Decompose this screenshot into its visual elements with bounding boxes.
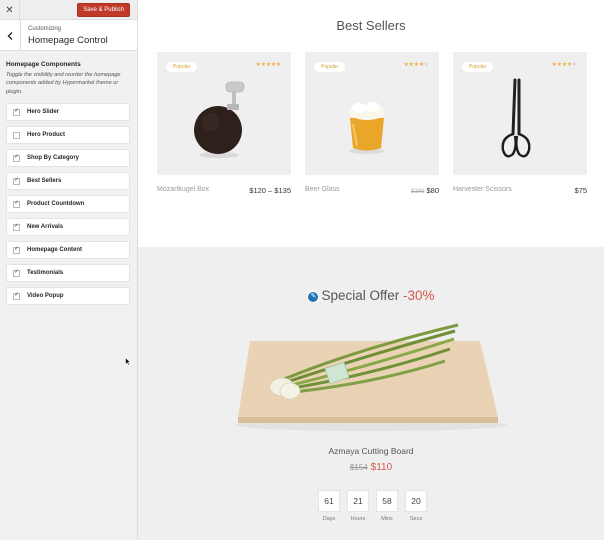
offer-sale-price: $110	[370, 462, 393, 473]
countdown-label: Secs	[409, 516, 423, 522]
countdown-secs: 20 Secs	[405, 490, 427, 522]
checkbox[interactable]: ✓	[13, 200, 20, 208]
component-label: Best Sellers	[27, 178, 62, 185]
offer-old-price: $154	[349, 463, 368, 472]
checkbox[interactable]: ✓	[13, 269, 20, 277]
countdown-value: 20	[405, 490, 427, 512]
offer-heading: Special Offer	[321, 288, 400, 303]
product-sale-price: $80	[426, 186, 439, 195]
component-item-new-arrivals[interactable]: ✓ New Arrivals	[6, 218, 130, 237]
site-preview: Best Sellers Popular ★★★★★ Mozartkugel B…	[138, 0, 604, 540]
beer-glass-image-icon	[349, 102, 385, 154]
save-publish-button[interactable]: Save & Publish	[77, 3, 130, 17]
countdown-value: 58	[376, 490, 398, 512]
component-item-shop-by-category[interactable]: ✓ Shop By Category	[6, 149, 130, 168]
product-card[interactable]: Popular ★★★★★ Harvester Scissors $75	[453, 52, 587, 195]
component-label: Homepage Content	[27, 247, 83, 254]
edit-pencil-icon[interactable]: ✎	[307, 291, 320, 303]
component-list: ✓ Hero Slider Hero Product ✓ Shop By Categ…	[0, 103, 137, 306]
countdown-hours: 21 Hours	[347, 490, 369, 522]
customizer-header: ✕ Save & Publish	[0, 0, 137, 20]
product-price: $120 – $135	[249, 186, 291, 195]
special-offer-title: ✎ Special Offer -30%	[138, 288, 604, 303]
product-image[interactable]: Popular ★★★★★	[453, 52, 587, 175]
countdown-days: 61 Days	[318, 490, 340, 522]
mozartkugel-image-icon	[194, 81, 245, 158]
close-icon[interactable]: ✕	[0, 0, 20, 20]
offer-product-name[interactable]: Azmaya Cutting Board	[138, 446, 604, 456]
customizer-sidebar: ✕ Save & Publish Customizing Homepage Co…	[0, 0, 138, 540]
component-item-video-popup[interactable]: ✓ Video Popup	[6, 287, 130, 306]
chevron-left-icon	[7, 31, 13, 40]
product-name[interactable]: Mozartkugel Box	[157, 186, 209, 193]
checkbox[interactable]	[13, 131, 20, 139]
component-item-best-sellers[interactable]: ✓ Best Sellers	[6, 172, 130, 191]
checkbox[interactable]: ✓	[13, 292, 20, 300]
checkbox[interactable]: ✓	[13, 154, 20, 162]
countdown-label: Days	[322, 516, 336, 522]
product-image[interactable]: Popular ★★★★★	[157, 52, 291, 175]
special-offer-section: ✎ Special Offer -30% Azmaya Cutting Board…	[138, 247, 604, 540]
countdown-timer: 61 Days 21 Hours 58 Mins 20 Secs	[318, 490, 434, 522]
component-label: New Arrivals	[27, 224, 64, 231]
mouse-cursor-icon	[125, 357, 131, 366]
component-item-testimonials[interactable]: ✓ Testimonials	[6, 264, 130, 283]
countdown-mins: 58 Mins	[376, 490, 398, 522]
countdown-label: Mins	[381, 516, 393, 522]
section-breadcrumb: Customizing	[28, 26, 62, 32]
product-name[interactable]: Harvester Scissors	[453, 186, 512, 193]
product-price: $100 $80	[411, 186, 439, 195]
scissors-image-icon	[501, 78, 531, 158]
checkbox[interactable]: ✓	[13, 246, 20, 254]
product-name[interactable]: Beer Glass	[305, 186, 340, 193]
product-price: $75	[574, 186, 587, 195]
section-header: Customizing Homepage Control	[0, 20, 137, 51]
product-image[interactable]: Popular ★★★★★	[305, 52, 439, 175]
component-item-homepage-content[interactable]: ✓ Homepage Content	[6, 241, 130, 260]
component-item-product-countdown[interactable]: ✓ Product Countdown	[6, 195, 130, 214]
countdown-label: Hours	[350, 516, 366, 522]
section-title: Homepage Control	[28, 35, 108, 46]
checkbox[interactable]: ✓	[13, 177, 20, 185]
component-label: Product Countdown	[27, 201, 85, 208]
component-label: Video Popup	[27, 293, 64, 300]
components-heading: Homepage Components	[6, 61, 81, 68]
cutting-board-image-icon	[235, 323, 507, 431]
component-item-hero-slider[interactable]: ✓ Hero Slider	[6, 103, 130, 122]
back-button[interactable]	[0, 20, 21, 51]
component-label: Hero Product	[27, 132, 66, 139]
checkbox[interactable]: ✓	[13, 108, 20, 116]
component-label: Hero Slider	[27, 109, 60, 116]
offer-price: $154 $110	[138, 462, 604, 473]
best-sellers-section: Best Sellers Popular ★★★★★ Mozartkugel B…	[138, 0, 604, 247]
component-label: Testimonials	[27, 270, 64, 277]
countdown-value: 21	[347, 490, 369, 512]
offer-product-image[interactable]	[230, 321, 512, 438]
component-item-hero-product[interactable]: Hero Product	[6, 126, 130, 145]
components-description: Toggle the visibility and reorder the ho…	[6, 72, 121, 95]
checkbox[interactable]: ✓	[13, 223, 20, 231]
product-old-price: $100	[411, 189, 425, 195]
offer-discount: -30%	[403, 288, 435, 303]
countdown-value: 61	[318, 490, 340, 512]
best-sellers-title: Best Sellers	[336, 18, 406, 33]
product-card[interactable]: Popular ★★★★★ Mozartkugel Box $120 – $13…	[157, 52, 291, 195]
component-label: Shop By Category	[27, 155, 80, 162]
product-card[interactable]: Popular ★★★★★ Beer Glass $100 $80	[305, 52, 439, 195]
